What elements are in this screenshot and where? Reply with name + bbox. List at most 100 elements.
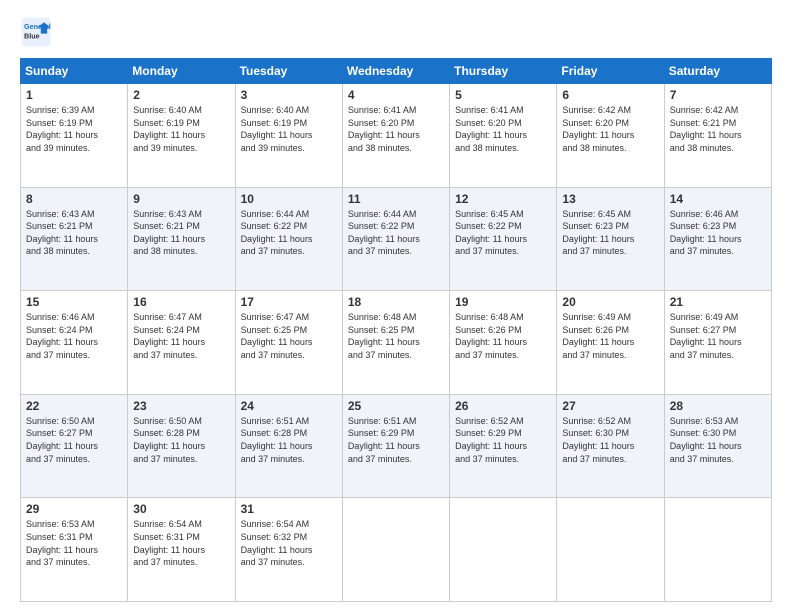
cell-info: Sunrise: 6:45 AMSunset: 6:22 PMDaylight:… bbox=[455, 209, 527, 257]
calendar-cell: 27 Sunrise: 6:52 AMSunset: 6:30 PMDayligh… bbox=[557, 394, 664, 498]
cell-info: Sunrise: 6:39 AMSunset: 6:19 PMDaylight:… bbox=[26, 105, 98, 153]
calendar-cell bbox=[342, 498, 449, 602]
calendar-cell: 18 Sunrise: 6:48 AMSunset: 6:25 PMDayligh… bbox=[342, 291, 449, 395]
day-number: 27 bbox=[562, 399, 658, 413]
cell-info: Sunrise: 6:47 AMSunset: 6:25 PMDaylight:… bbox=[241, 312, 313, 360]
day-number: 6 bbox=[562, 88, 658, 102]
cell-info: Sunrise: 6:49 AMSunset: 6:27 PMDaylight:… bbox=[670, 312, 742, 360]
calendar-cell bbox=[664, 498, 771, 602]
calendar-cell: 20Sunrise: 6:49 AMSunset: 6:26 PMDayligh… bbox=[557, 291, 664, 395]
calendar-cell: 17 Sunrise: 6:47 AMSunset: 6:25 PMDayligh… bbox=[235, 291, 342, 395]
logo: General Blue bbox=[20, 16, 58, 48]
page: General Blue SundayMondayTuesdayWednesda… bbox=[0, 0, 792, 612]
calendar-cell: 30 Sunrise: 6:54 AMSunset: 6:31 PMDayligh… bbox=[128, 498, 235, 602]
cell-info: Sunrise: 6:52 AMSunset: 6:30 PMDaylight:… bbox=[562, 416, 634, 464]
day-number: 2 bbox=[133, 88, 229, 102]
calendar-cell: 5 Sunrise: 6:41 AMSunset: 6:20 PMDaylight… bbox=[450, 84, 557, 188]
day-number: 10 bbox=[241, 192, 337, 206]
cell-info: Sunrise: 6:44 AMSunset: 6:22 PMDaylight:… bbox=[348, 209, 420, 257]
weekday-header-wednesday: Wednesday bbox=[342, 59, 449, 84]
calendar-cell: 24 Sunrise: 6:51 AMSunset: 6:28 PMDayligh… bbox=[235, 394, 342, 498]
cell-info: Sunrise: 6:52 AMSunset: 6:29 PMDaylight:… bbox=[455, 416, 527, 464]
cell-info: Sunrise: 6:49 AMSunset: 6:26 PMDaylight:… bbox=[562, 312, 634, 360]
cell-info: Sunrise: 6:40 AMSunset: 6:19 PMDaylight:… bbox=[133, 105, 205, 153]
day-number: 24 bbox=[241, 399, 337, 413]
day-number: 25 bbox=[348, 399, 444, 413]
calendar-header-row: SundayMondayTuesdayWednesdayThursdayFrid… bbox=[21, 59, 772, 84]
cell-info: Sunrise: 6:43 AMSunset: 6:21 PMDaylight:… bbox=[133, 209, 205, 257]
calendar-cell: 29 Sunrise: 6:53 AMSunset: 6:31 PMDayligh… bbox=[21, 498, 128, 602]
calendar-cell: 8 Sunrise: 6:43 AMSunset: 6:21 PMDaylight… bbox=[21, 187, 128, 291]
svg-text:Blue: Blue bbox=[24, 31, 40, 40]
calendar-cell: 13Sunrise: 6:45 AMSunset: 6:23 PMDayligh… bbox=[557, 187, 664, 291]
calendar-cell: 26 Sunrise: 6:52 AMSunset: 6:29 PMDayligh… bbox=[450, 394, 557, 498]
day-number: 18 bbox=[348, 295, 444, 309]
cell-info: Sunrise: 6:48 AMSunset: 6:26 PMDaylight:… bbox=[455, 312, 527, 360]
cell-info: Sunrise: 6:53 AMSunset: 6:31 PMDaylight:… bbox=[26, 519, 98, 567]
calendar-cell bbox=[450, 498, 557, 602]
day-number: 28 bbox=[670, 399, 766, 413]
day-number: 31 bbox=[241, 502, 337, 516]
day-number: 21 bbox=[670, 295, 766, 309]
day-number: 16 bbox=[133, 295, 229, 309]
day-number: 5 bbox=[455, 88, 551, 102]
cell-info: Sunrise: 6:41 AMSunset: 6:20 PMDaylight:… bbox=[348, 105, 420, 153]
cell-info: Sunrise: 6:46 AMSunset: 6:23 PMDaylight:… bbox=[670, 209, 742, 257]
calendar-cell: 25 Sunrise: 6:51 AMSunset: 6:29 PMDayligh… bbox=[342, 394, 449, 498]
calendar-cell bbox=[557, 498, 664, 602]
day-number: 4 bbox=[348, 88, 444, 102]
calendar-week-4: 22 Sunrise: 6:50 AMSunset: 6:27 PMDayligh… bbox=[21, 394, 772, 498]
cell-info: Sunrise: 6:47 AMSunset: 6:24 PMDaylight:… bbox=[133, 312, 205, 360]
cell-info: Sunrise: 6:45 AMSunset: 6:23 PMDaylight:… bbox=[562, 209, 634, 257]
calendar-cell: 15 Sunrise: 6:46 AMSunset: 6:24 PMDayligh… bbox=[21, 291, 128, 395]
weekday-header-saturday: Saturday bbox=[664, 59, 771, 84]
cell-info: Sunrise: 6:51 AMSunset: 6:28 PMDaylight:… bbox=[241, 416, 313, 464]
calendar-cell: 4 Sunrise: 6:41 AMSunset: 6:20 PMDaylight… bbox=[342, 84, 449, 188]
day-number: 9 bbox=[133, 192, 229, 206]
cell-info: Sunrise: 6:42 AMSunset: 6:21 PMDaylight:… bbox=[670, 105, 742, 153]
weekday-header-friday: Friday bbox=[557, 59, 664, 84]
day-number: 3 bbox=[241, 88, 337, 102]
cell-info: Sunrise: 6:51 AMSunset: 6:29 PMDaylight:… bbox=[348, 416, 420, 464]
calendar-cell: 1Sunrise: 6:39 AMSunset: 6:19 PMDaylight… bbox=[21, 84, 128, 188]
calendar-cell: 22 Sunrise: 6:50 AMSunset: 6:27 PMDayligh… bbox=[21, 394, 128, 498]
weekday-header-monday: Monday bbox=[128, 59, 235, 84]
day-number: 17 bbox=[241, 295, 337, 309]
calendar-cell: 28Sunrise: 6:53 AMSunset: 6:30 PMDayligh… bbox=[664, 394, 771, 498]
calendar-cell: 14 Sunrise: 6:46 AMSunset: 6:23 PMDayligh… bbox=[664, 187, 771, 291]
day-number: 26 bbox=[455, 399, 551, 413]
day-number: 23 bbox=[133, 399, 229, 413]
day-number: 11 bbox=[348, 192, 444, 206]
calendar-table: SundayMondayTuesdayWednesdayThursdayFrid… bbox=[20, 58, 772, 602]
day-number: 29 bbox=[26, 502, 122, 516]
calendar-cell: 2 Sunrise: 6:40 AMSunset: 6:19 PMDaylight… bbox=[128, 84, 235, 188]
calendar-cell: 12Sunrise: 6:45 AMSunset: 6:22 PMDayligh… bbox=[450, 187, 557, 291]
cell-info: Sunrise: 6:44 AMSunset: 6:22 PMDaylight:… bbox=[241, 209, 313, 257]
calendar-cell: 21 Sunrise: 6:49 AMSunset: 6:27 PMDayligh… bbox=[664, 291, 771, 395]
calendar-cell: 11 Sunrise: 6:44 AMSunset: 6:22 PMDayligh… bbox=[342, 187, 449, 291]
weekday-header-sunday: Sunday bbox=[21, 59, 128, 84]
cell-info: Sunrise: 6:46 AMSunset: 6:24 PMDaylight:… bbox=[26, 312, 98, 360]
day-number: 19 bbox=[455, 295, 551, 309]
cell-info: Sunrise: 6:41 AMSunset: 6:20 PMDaylight:… bbox=[455, 105, 527, 153]
calendar-cell: 7 Sunrise: 6:42 AMSunset: 6:21 PMDaylight… bbox=[664, 84, 771, 188]
cell-info: Sunrise: 6:43 AMSunset: 6:21 PMDaylight:… bbox=[26, 209, 98, 257]
calendar-cell: 31Sunrise: 6:54 AMSunset: 6:32 PMDayligh… bbox=[235, 498, 342, 602]
calendar-cell: 16 Sunrise: 6:47 AMSunset: 6:24 PMDayligh… bbox=[128, 291, 235, 395]
header: General Blue bbox=[20, 16, 772, 48]
calendar-week-3: 15 Sunrise: 6:46 AMSunset: 6:24 PMDayligh… bbox=[21, 291, 772, 395]
calendar-cell: 23 Sunrise: 6:50 AMSunset: 6:28 PMDayligh… bbox=[128, 394, 235, 498]
cell-info: Sunrise: 6:50 AMSunset: 6:28 PMDaylight:… bbox=[133, 416, 205, 464]
day-number: 30 bbox=[133, 502, 229, 516]
cell-info: Sunrise: 6:54 AMSunset: 6:31 PMDaylight:… bbox=[133, 519, 205, 567]
calendar-cell: 6Sunrise: 6:42 AMSunset: 6:20 PMDaylight… bbox=[557, 84, 664, 188]
day-number: 8 bbox=[26, 192, 122, 206]
day-number: 7 bbox=[670, 88, 766, 102]
day-number: 22 bbox=[26, 399, 122, 413]
day-number: 14 bbox=[670, 192, 766, 206]
day-number: 15 bbox=[26, 295, 122, 309]
logo-icon: General Blue bbox=[20, 16, 52, 48]
cell-info: Sunrise: 6:50 AMSunset: 6:27 PMDaylight:… bbox=[26, 416, 98, 464]
cell-info: Sunrise: 6:48 AMSunset: 6:25 PMDaylight:… bbox=[348, 312, 420, 360]
cell-info: Sunrise: 6:40 AMSunset: 6:19 PMDaylight:… bbox=[241, 105, 313, 153]
